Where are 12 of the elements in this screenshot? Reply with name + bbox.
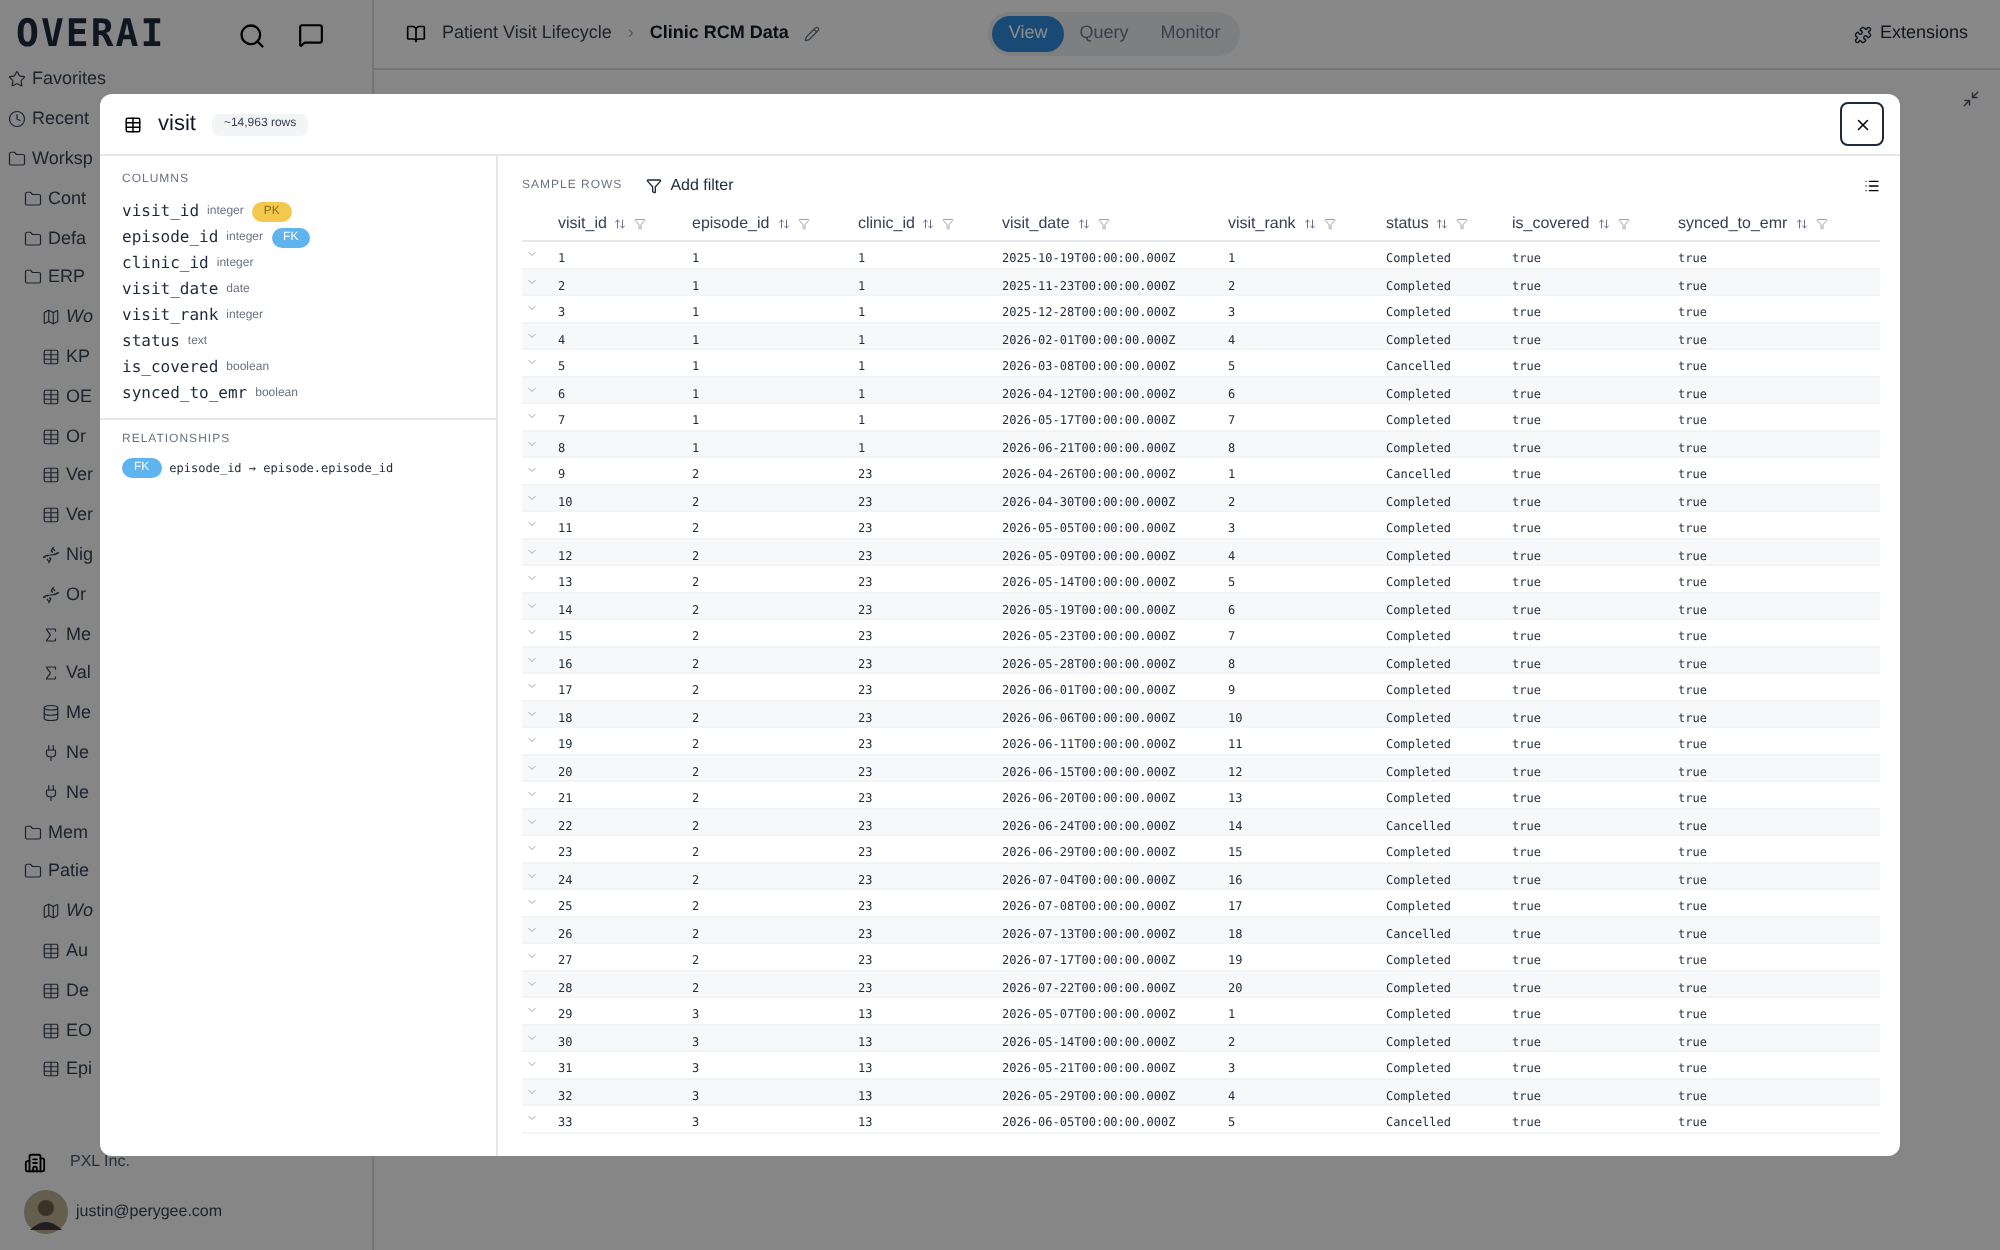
- column-name: status: [122, 330, 180, 355]
- column-name: episode_id: [122, 226, 219, 251]
- column-name: synced_to_emr: [122, 382, 248, 407]
- logo: OVERAI: [16, 10, 166, 61]
- column-name: clinic_id: [122, 252, 209, 277]
- column-name: visit_rank: [122, 304, 219, 329]
- column-name: visit_date: [122, 278, 219, 303]
- dialog-title: visit: [158, 109, 196, 140]
- page-title: Clinic RCM Data: [649, 20, 789, 47]
- column-name: visit_id: [122, 200, 200, 225]
- breadcrumb-separator: ›: [627, 20, 634, 47]
- column-name: is_covered: [122, 356, 219, 381]
